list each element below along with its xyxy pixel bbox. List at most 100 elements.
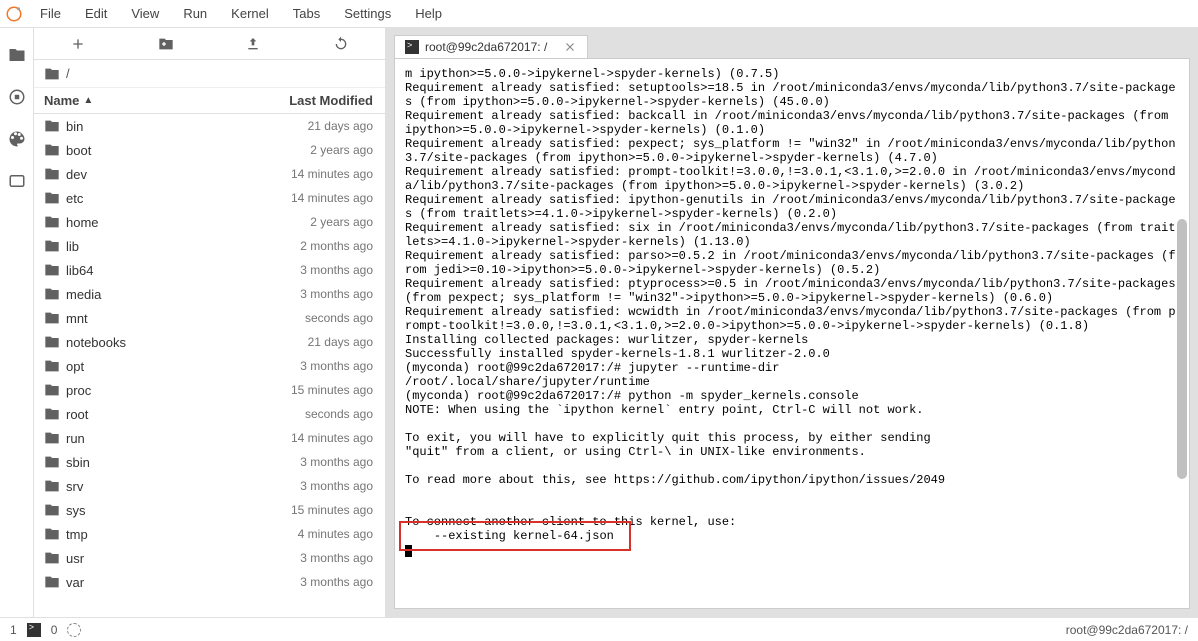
menu-file[interactable]: File — [28, 2, 73, 25]
file-name: media — [66, 287, 245, 302]
file-list: bin21 days agoboot2 years agodev14 minut… — [34, 114, 385, 617]
file-modified: 2 months ago — [245, 239, 385, 253]
file-modified: 3 months ago — [245, 551, 385, 565]
status-count-1[interactable]: 1 — [10, 623, 17, 637]
status-bar: 1 0 root@99c2da672017: / — [0, 617, 1198, 641]
file-modified: 3 months ago — [245, 359, 385, 373]
running-icon[interactable] — [8, 88, 26, 106]
file-browser: / Name▲ Last Modified bin21 days agoboot… — [34, 28, 386, 617]
folder-row[interactable]: dev14 minutes ago — [34, 162, 385, 186]
file-modified: 4 minutes ago — [245, 527, 385, 541]
terminal-icon[interactable] — [27, 623, 41, 637]
folder-row[interactable]: bin21 days ago — [34, 114, 385, 138]
folder-row[interactable]: opt3 months ago — [34, 354, 385, 378]
kernel-status-icon[interactable] — [67, 623, 81, 637]
folder-icon — [44, 502, 60, 518]
folder-icon — [44, 166, 60, 182]
scrollbar-thumb[interactable] — [1177, 219, 1187, 479]
status-right[interactable]: root@99c2da672017: / — [1066, 623, 1188, 637]
folder-icon[interactable] — [8, 46, 26, 64]
file-browser-toolbar — [34, 28, 385, 60]
menu-tabs[interactable]: Tabs — [281, 2, 332, 25]
new-launcher-icon[interactable] — [70, 36, 86, 52]
folder-row[interactable]: etc14 minutes ago — [34, 186, 385, 210]
file-modified: 21 days ago — [245, 119, 385, 133]
terminal-tab[interactable]: root@99c2da672017: / — [394, 35, 588, 58]
menu-edit[interactable]: Edit — [73, 2, 119, 25]
upload-icon[interactable] — [245, 36, 261, 52]
folder-row[interactable]: rootseconds ago — [34, 402, 385, 426]
folder-row[interactable]: notebooks21 days ago — [34, 330, 385, 354]
close-icon[interactable] — [563, 40, 577, 54]
menu-settings[interactable]: Settings — [332, 2, 403, 25]
status-count-2[interactable]: 0 — [51, 623, 58, 637]
folder-icon — [44, 66, 60, 82]
folder-icon — [44, 334, 60, 350]
menu-kernel[interactable]: Kernel — [219, 2, 281, 25]
file-modified: 21 days ago — [245, 335, 385, 349]
folder-icon — [44, 190, 60, 206]
file-name: mnt — [66, 311, 245, 326]
menu-help[interactable]: Help — [403, 2, 454, 25]
folder-icon — [44, 262, 60, 278]
file-name: var — [66, 575, 245, 590]
file-modified: 15 minutes ago — [245, 503, 385, 517]
new-folder-icon[interactable] — [158, 36, 174, 52]
folder-row[interactable]: sys15 minutes ago — [34, 498, 385, 522]
folder-row[interactable]: home2 years ago — [34, 210, 385, 234]
file-name: dev — [66, 167, 245, 182]
scrollbar[interactable] — [1175, 59, 1189, 608]
menu-run[interactable]: Run — [171, 2, 219, 25]
tabs-icon[interactable] — [8, 172, 26, 190]
folder-icon — [44, 214, 60, 230]
header-name[interactable]: Name▲ — [34, 93, 245, 108]
file-name: root — [66, 407, 245, 422]
file-modified: seconds ago — [245, 311, 385, 325]
folder-icon — [44, 574, 60, 590]
palette-icon[interactable] — [8, 130, 26, 148]
folder-icon — [44, 430, 60, 446]
file-name: lib — [66, 239, 245, 254]
folder-row[interactable]: lib2 months ago — [34, 234, 385, 258]
file-modified: 3 months ago — [245, 479, 385, 493]
file-modified: 14 minutes ago — [245, 191, 385, 205]
terminal-panel[interactable]: m ipython>=5.0.0->ipykernel->spyder-kern… — [394, 58, 1190, 609]
folder-icon — [44, 286, 60, 302]
folder-row[interactable]: lib643 months ago — [34, 258, 385, 282]
file-modified: 14 minutes ago — [245, 167, 385, 181]
folder-row[interactable]: media3 months ago — [34, 282, 385, 306]
work-area: root@99c2da672017: / m ipython>=5.0.0->i… — [386, 28, 1198, 617]
folder-row[interactable]: tmp4 minutes ago — [34, 522, 385, 546]
folder-row[interactable]: srv3 months ago — [34, 474, 385, 498]
header-modified[interactable]: Last Modified — [245, 93, 385, 108]
folder-row[interactable]: boot2 years ago — [34, 138, 385, 162]
file-modified: 3 months ago — [245, 455, 385, 469]
folder-row[interactable]: proc15 minutes ago — [34, 378, 385, 402]
file-modified: 15 minutes ago — [245, 383, 385, 397]
file-list-header: Name▲ Last Modified — [34, 88, 385, 114]
file-modified: 2 years ago — [245, 143, 385, 157]
folder-icon — [44, 454, 60, 470]
menu-view[interactable]: View — [119, 2, 171, 25]
folder-icon — [44, 142, 60, 158]
file-name: bin — [66, 119, 245, 134]
file-name: lib64 — [66, 263, 245, 278]
activity-bar — [0, 28, 34, 617]
refresh-icon[interactable] — [333, 36, 349, 52]
folder-row[interactable]: sbin3 months ago — [34, 450, 385, 474]
breadcrumb-path: / — [66, 66, 70, 81]
folder-row[interactable]: mntseconds ago — [34, 306, 385, 330]
breadcrumb[interactable]: / — [34, 60, 385, 88]
folder-row[interactable]: run14 minutes ago — [34, 426, 385, 450]
folder-row[interactable]: var3 months ago — [34, 570, 385, 594]
folder-icon — [44, 118, 60, 134]
file-name: sys — [66, 503, 245, 518]
file-modified: 3 months ago — [245, 575, 385, 589]
folder-icon — [44, 550, 60, 566]
jupyter-logo[interactable] — [0, 5, 28, 23]
file-name: opt — [66, 359, 245, 374]
folder-icon — [44, 526, 60, 542]
folder-row[interactable]: usr3 months ago — [34, 546, 385, 570]
folder-icon — [44, 382, 60, 398]
folder-icon — [44, 358, 60, 374]
